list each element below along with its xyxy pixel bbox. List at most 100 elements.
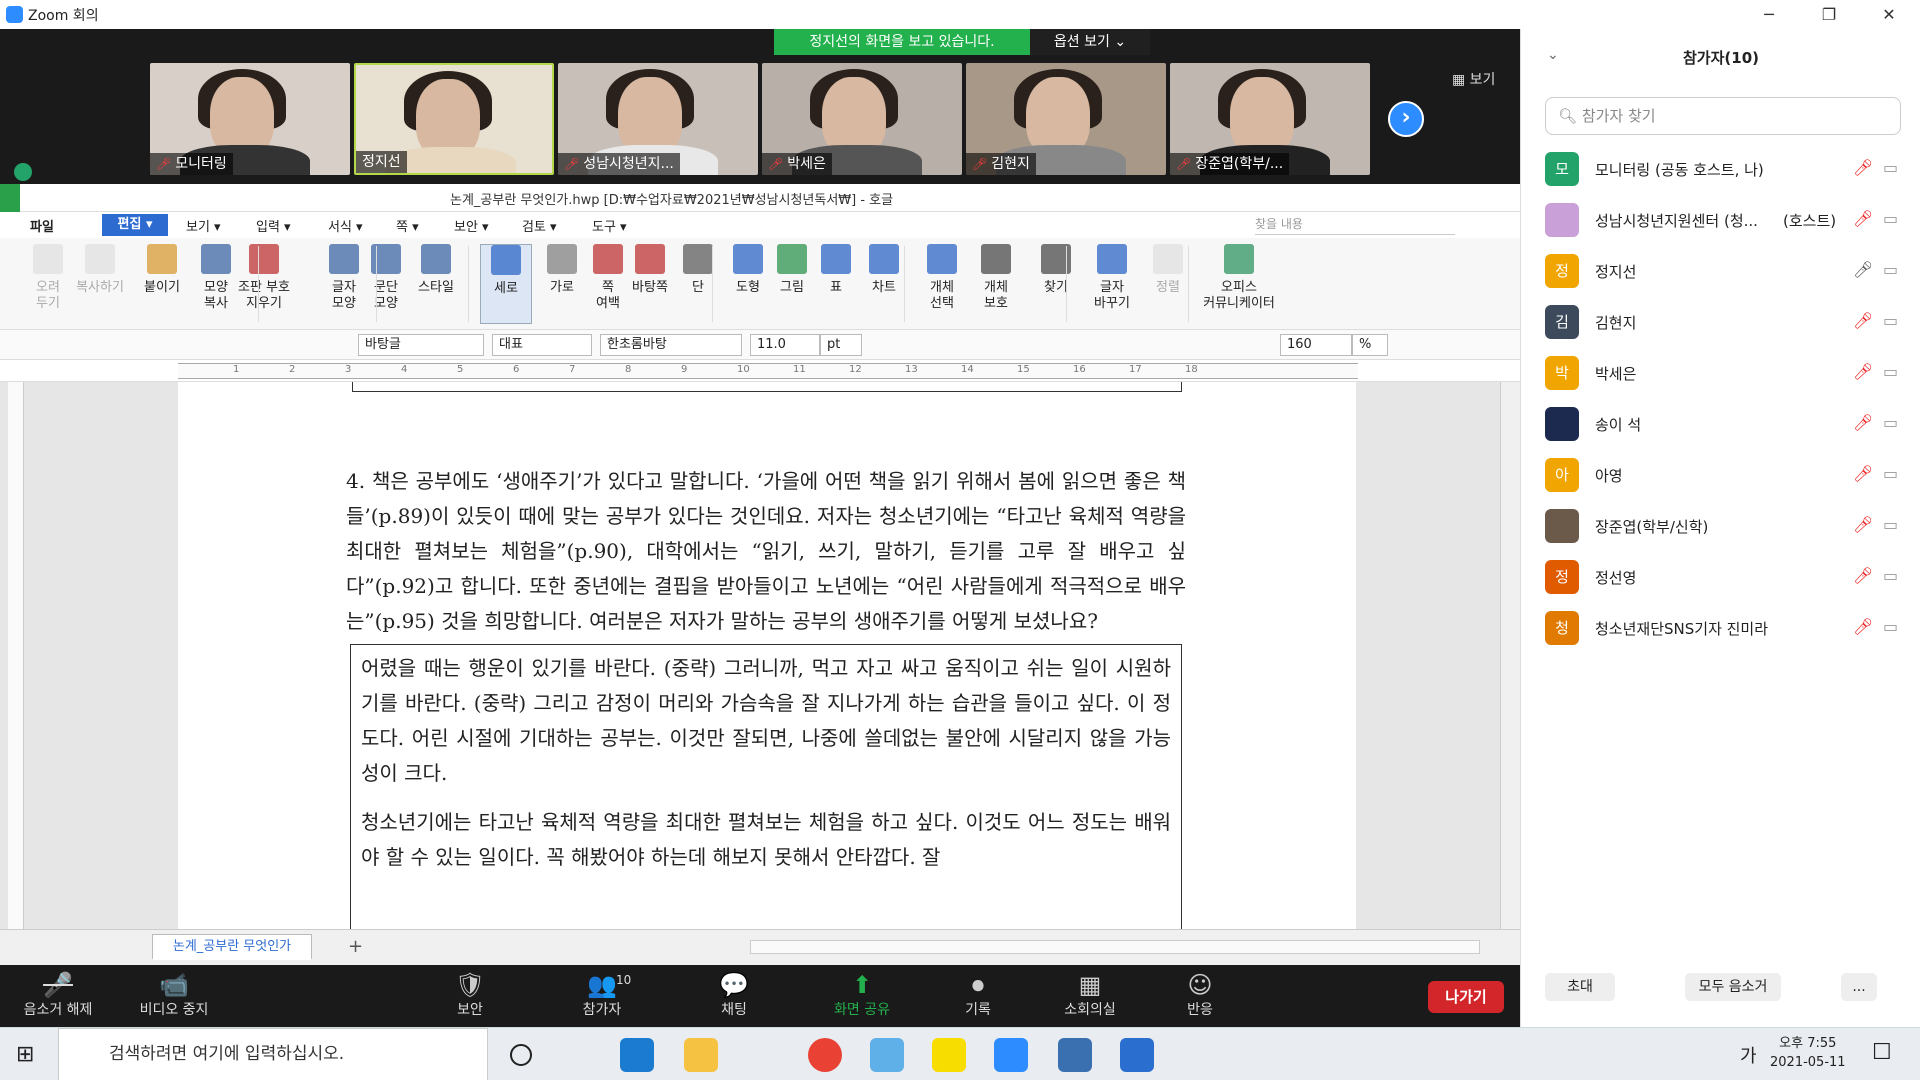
restore-button[interactable]: ❐ bbox=[1800, 0, 1858, 29]
ribbon-button[interactable]: 조판 부호 지우기 bbox=[238, 244, 290, 312]
encryption-shield-icon[interactable] bbox=[14, 163, 32, 181]
muted-mic-icon[interactable]: 🎤︎ bbox=[1853, 464, 1873, 483]
menu-item[interactable]: 편집 ▾ bbox=[102, 214, 168, 236]
ribbon-button[interactable]: 찾기 bbox=[1030, 244, 1082, 296]
taskbar-search-input[interactable]: 검색하려면 여기에 입력하십시오. bbox=[58, 1028, 488, 1080]
cortana-icon[interactable] bbox=[510, 1044, 532, 1066]
zoom-control-button[interactable]: 💬 채팅 bbox=[684, 971, 784, 1019]
video-tile[interactable]: 🎤︎ 장준엽(학부/... bbox=[1170, 63, 1370, 175]
camera-icon[interactable]: ▭ bbox=[1883, 464, 1898, 483]
video-tile[interactable]: 🎤︎ 박세은 bbox=[762, 63, 962, 175]
more-button[interactable]: ... bbox=[1841, 973, 1877, 1001]
camera-icon[interactable]: ▭ bbox=[1883, 311, 1898, 330]
zoom-control-button[interactable]: ⏺ 기록 bbox=[928, 971, 1028, 1019]
zoom-control-button[interactable]: ⬆ 화면 공유 bbox=[812, 971, 912, 1019]
mute-all-button[interactable]: 모두 음소거 bbox=[1685, 973, 1781, 1001]
menu-item[interactable]: 파일 bbox=[30, 216, 54, 235]
participant-row[interactable]: 김 김현지 🎤︎ ▭ bbox=[1521, 297, 1920, 348]
camera-icon[interactable]: ▭ bbox=[1883, 413, 1898, 432]
next-page-button[interactable]: › bbox=[1388, 101, 1424, 137]
participant-row[interactable]: 성남시청년지원센터 (청... (호스트) 🎤︎ ▭ bbox=[1521, 195, 1920, 246]
leave-button[interactable]: 나가기 bbox=[1428, 981, 1504, 1013]
zoom-taskbar-icon[interactable] bbox=[994, 1038, 1028, 1072]
muted-mic-icon[interactable]: 🎤︎ bbox=[1853, 158, 1873, 177]
video-tile[interactable]: 🎤︎ 성남시청년지... bbox=[558, 63, 758, 175]
ribbon-button[interactable]: 차트 bbox=[858, 244, 910, 296]
menu-item[interactable]: 보안 ▾ bbox=[454, 216, 489, 235]
ribbon-button[interactable]: 스타일 bbox=[410, 244, 462, 296]
participant-row[interactable]: 모 모니터링 (공동 호스트, 나) 🎤︎ ▭ bbox=[1521, 144, 1920, 195]
ribbon-button[interactable]: 가로 bbox=[536, 244, 588, 296]
horizontal-ruler[interactable]: 1 2 3 4 5 6 7 8 9 10 11 12 13 14 15 16 17 18 bbox=[178, 363, 1358, 379]
video-tile[interactable]: 정지선 bbox=[354, 63, 554, 175]
question-paragraph[interactable]: 4. 책은 공부에도 ‘생애주기’가 있다고 말합니다. ‘가을에 어떤 책을 … bbox=[346, 464, 1186, 639]
zoom-control-button[interactable]: 📹 비디오 중지 bbox=[124, 971, 224, 1019]
camera-icon[interactable]: ▭ bbox=[1883, 260, 1898, 279]
menu-item[interactable]: 보기 ▾ bbox=[186, 216, 221, 235]
muted-mic-icon[interactable]: 🎤︎ bbox=[1853, 413, 1873, 432]
camera-icon[interactable]: ▭ bbox=[1883, 566, 1898, 585]
font-size-input[interactable]: 11.0 bbox=[750, 334, 820, 356]
muted-mic-icon[interactable]: 🎤︎ bbox=[1853, 566, 1873, 585]
muted-mic-icon[interactable]: 🎤︎ bbox=[1853, 311, 1873, 330]
view-button[interactable]: ▦ 보기 bbox=[1452, 69, 1495, 89]
camera-icon[interactable]: ▭ bbox=[1883, 158, 1898, 177]
hwp-find-input[interactable]: 찾을 내용 bbox=[1255, 215, 1455, 235]
menu-item[interactable]: 서식 ▾ bbox=[328, 216, 363, 235]
menu-item[interactable]: 도구 ▾ bbox=[592, 216, 627, 235]
clock[interactable]: 오후 7:55 2021-05-11 bbox=[1770, 1034, 1846, 1072]
vertical-ruler[interactable] bbox=[8, 382, 24, 929]
add-tab-icon[interactable]: + bbox=[348, 936, 363, 957]
ribbon-button[interactable]: 세로 bbox=[480, 244, 532, 324]
minimize-button[interactable]: ─ bbox=[1740, 0, 1798, 29]
zoom-unit[interactable]: % bbox=[1352, 334, 1388, 356]
ribbon-button[interactable]: 오려 두기 bbox=[22, 244, 74, 312]
ribbon-button[interactable]: 오피스 커뮤니케이터 bbox=[1196, 244, 1282, 312]
calculator-icon[interactable] bbox=[1058, 1038, 1092, 1072]
chrome-icon[interactable] bbox=[808, 1038, 842, 1072]
video-tile[interactable]: 🎤︎ 모니터링 bbox=[150, 63, 350, 175]
participant-search-input[interactable]: 🔍︎ 참가자 찾기 bbox=[1545, 97, 1901, 135]
video-tile[interactable]: 🎤︎ 김현지 bbox=[966, 63, 1166, 175]
ribbon-button[interactable]: 단 bbox=[672, 244, 724, 296]
camera-icon[interactable]: ▭ bbox=[1883, 209, 1898, 228]
document-page[interactable]: 4. 책은 공부에도 ‘생애주기’가 있다고 말합니다. ‘가을에 어떤 책을 … bbox=[178, 382, 1356, 944]
muted-mic-icon[interactable]: 🎤︎ bbox=[1853, 617, 1873, 636]
ribbon-button[interactable]: 개체 보호 bbox=[970, 244, 1022, 312]
kakaotalk-icon[interactable] bbox=[932, 1038, 966, 1072]
zoom-control-button[interactable]: ▦ 소회의실 bbox=[1040, 971, 1140, 1019]
notification-icon[interactable]: ☐ bbox=[1872, 1040, 1892, 1065]
ribbon-button[interactable]: 정렬 bbox=[1142, 244, 1194, 296]
ribbon-button[interactable]: 글자 바꾸기 bbox=[1086, 244, 1138, 312]
camera-icon[interactable]: ▭ bbox=[1883, 617, 1898, 636]
quote-box[interactable]: 어렸을 때는 행운이 있기를 바란다. (중략) 그러니까, 먹고 자고 싸고 … bbox=[350, 644, 1182, 944]
ribbon-button[interactable]: 복사하기 bbox=[74, 244, 126, 296]
font-select[interactable]: 한초롬바탕 bbox=[600, 334, 742, 356]
ribbon-button[interactable]: 개체 선택 bbox=[916, 244, 968, 312]
participant-row[interactable]: 정 정선영 🎤︎ ▭ bbox=[1521, 552, 1920, 603]
ribbon-button[interactable]: 붙이기 bbox=[136, 244, 188, 296]
quote-paragraph[interactable]: 어렸을 때는 행운이 있기를 바란다. (중략) 그러니까, 먹고 자고 싸고 … bbox=[361, 651, 1171, 791]
camera-icon[interactable]: ▭ bbox=[1883, 362, 1898, 381]
menu-item[interactable]: 쪽 ▾ bbox=[396, 216, 419, 235]
language-select[interactable]: 대표 bbox=[492, 334, 592, 356]
participant-row[interactable]: 청 청소년재단SNS기자 진미라 🎤︎ ▭ bbox=[1521, 603, 1920, 654]
ribbon-button[interactable]: 표 bbox=[810, 244, 862, 296]
ribbon-button[interactable]: 문단 모양 bbox=[360, 244, 412, 312]
menu-item[interactable]: 입력 ▾ bbox=[256, 216, 291, 235]
ribbon-button[interactable]: 바탕쪽 bbox=[624, 244, 676, 296]
ie-icon[interactable] bbox=[870, 1038, 904, 1072]
participant-row[interactable]: 아 아영 🎤︎ ▭ bbox=[1521, 450, 1920, 501]
vertical-scrollbar[interactable] bbox=[1500, 382, 1520, 929]
zoom-control-button[interactable]: 🛡 보안 bbox=[420, 971, 520, 1019]
file-explorer-icon[interactable] bbox=[684, 1038, 718, 1072]
style-select[interactable]: 바탕글 bbox=[358, 334, 484, 356]
hwp-taskbar-icon[interactable] bbox=[1120, 1038, 1154, 1072]
menu-item[interactable]: 검토 ▾ bbox=[522, 216, 557, 235]
muted-mic-icon[interactable]: 🎤︎ bbox=[1853, 209, 1873, 228]
ribbon-button[interactable]: 모양 복사 bbox=[190, 244, 242, 312]
zoom-input[interactable]: 160 bbox=[1280, 334, 1352, 356]
close-button[interactable]: ✕ bbox=[1860, 0, 1918, 29]
edge-icon[interactable] bbox=[620, 1038, 654, 1072]
participant-row[interactable]: 송이 석 🎤︎ ▭ bbox=[1521, 399, 1920, 450]
